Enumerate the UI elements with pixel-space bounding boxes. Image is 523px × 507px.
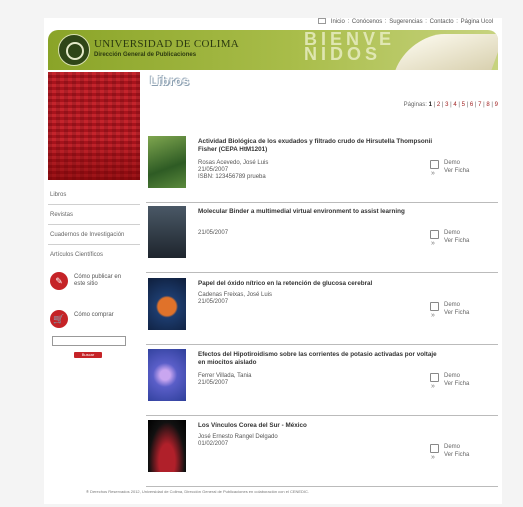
demo-link[interactable]: Demo — [444, 444, 460, 450]
double-chevron-icon: » — [431, 383, 435, 390]
book-title[interactable]: Efectos del Hipotiroidismo sobre las cor… — [198, 351, 438, 367]
sidebar-item-revistas[interactable]: Revistas — [48, 205, 140, 225]
view-record-link[interactable]: Ver Ficha — [444, 238, 469, 244]
footer-copyright: ® Derechos Reservados 2012, Universidad … — [86, 489, 310, 494]
search-box: Buscar — [52, 336, 126, 358]
book-cover-image[interactable] — [148, 420, 186, 472]
book-cover-image[interactable] — [148, 136, 186, 188]
view-record-link[interactable]: Ver Ficha — [444, 168, 469, 174]
page-link-9[interactable]: 9 — [495, 102, 498, 108]
book-date: 21/05/2007 — [198, 380, 229, 386]
book-author: José Ernesto Rangel Delgado — [198, 434, 278, 440]
double-chevron-icon: » — [431, 240, 435, 247]
search-input[interactable] — [52, 336, 126, 346]
double-chevron-icon: » — [431, 170, 435, 177]
open-book-image — [395, 34, 498, 70]
sidebar-banner-image — [48, 72, 140, 180]
sidebar-item-cuadernos[interactable]: Cuadernos de Investigación — [48, 225, 140, 245]
book-title[interactable]: Molecular Binder a multimedial virtual e… — [198, 208, 438, 216]
home-icon[interactable] — [318, 18, 327, 24]
nav-link-contacto[interactable]: Contacto — [430, 19, 454, 25]
how-to-publish-link[interactable]: ✎ Cómo publicar en este sitio — [48, 272, 140, 302]
sidebar: Libros Revistas Cuadernos de Investigaci… — [48, 72, 140, 372]
page: Inicio : Conócenos : Sugerencias : Conta… — [44, 18, 502, 504]
book-title[interactable]: Papel del óxido nítrico en la retención … — [198, 280, 438, 288]
demo-link[interactable]: Demo — [444, 302, 460, 308]
book-author: Ferrer Villada, Tania — [198, 373, 252, 379]
nav-link-pagina-ucol[interactable]: Página Ucol — [461, 19, 493, 25]
page-link-7[interactable]: 7 — [478, 102, 481, 108]
book-date: 21/05/2007 — [198, 230, 229, 236]
sidebar-item-libros[interactable]: Libros — [48, 185, 140, 205]
search-button[interactable]: Buscar — [74, 352, 102, 358]
department-name: Dirección General de Publicaciones — [94, 52, 197, 58]
page-link-6[interactable]: 6 — [470, 102, 473, 108]
document-icon[interactable] — [430, 444, 439, 453]
book-list-item: Los Vínculos Corea del Sur - México José… — [146, 420, 498, 487]
double-chevron-icon: » — [431, 312, 435, 319]
nav-link-inicio[interactable]: Inicio — [331, 19, 345, 25]
book-author: Cadenas Freixas, José Luis — [198, 292, 273, 298]
how-to-buy-label: Cómo comprar — [74, 312, 114, 318]
book-cover-image[interactable] — [148, 206, 186, 258]
nav-link-sugerencias[interactable]: Sugerencias — [389, 19, 422, 25]
page-link-1[interactable]: 1 — [429, 102, 432, 108]
site-header: UNIVERSIDAD DE COLIMA Dirección General … — [48, 30, 498, 70]
document-icon[interactable] — [430, 373, 439, 382]
main-content: Libros Páginas: 1 | 2 | 3 | 4 | 5 | 6 | … — [146, 72, 498, 492]
book-author: Rosas Acevedo, José Luis — [198, 160, 269, 166]
page-link-2[interactable]: 2 — [437, 102, 440, 108]
view-record-link[interactable]: Ver Ficha — [444, 381, 469, 387]
pagination: Páginas: 1 | 2 | 3 | 4 | 5 | 6 | 7 | 8 |… — [403, 102, 498, 108]
nav-link-conocenos[interactable]: Conócenos — [352, 19, 382, 25]
welcome-line-2: NIDOS — [304, 44, 382, 64]
book-date: 21/05/2007 — [198, 299, 229, 305]
book-list-item: Molecular Binder a multimedial virtual e… — [146, 206, 498, 273]
book-title[interactable]: Los Vínculos Corea del Sur - México — [198, 422, 438, 430]
page-link-3[interactable]: 3 — [445, 102, 448, 108]
book-cover-image[interactable] — [148, 349, 186, 401]
book-isbn: ISBN: 123456789 prueba — [198, 174, 266, 180]
page-link-5[interactable]: 5 — [462, 102, 465, 108]
document-icon[interactable] — [430, 230, 439, 239]
book-list-item: Papel del óxido nítrico en la retención … — [146, 278, 498, 345]
book-list-item: Actividad Biológica de los exudados y fi… — [146, 136, 498, 203]
demo-link[interactable]: Demo — [444, 160, 460, 166]
pencil-icon: ✎ — [50, 272, 68, 290]
section-title: Libros — [150, 74, 190, 88]
pagination-label: Páginas: — [403, 102, 427, 108]
double-chevron-icon: » — [431, 454, 435, 461]
page-link-4[interactable]: 4 — [453, 102, 456, 108]
document-icon[interactable] — [430, 160, 439, 169]
view-record-link[interactable]: Ver Ficha — [444, 310, 469, 316]
sidebar-item-articulos[interactable]: Artículos Científicos — [48, 245, 140, 264]
book-date: 01/02/2007 — [198, 441, 229, 447]
book-date: 21/05/2007 — [198, 167, 229, 173]
book-list-item: Efectos del Hipotiroidismo sobre las cor… — [146, 349, 498, 416]
book-title[interactable]: Actividad Biológica de los exudados y fi… — [198, 138, 438, 154]
welcome-banner: BIENVE NIDOS — [304, 30, 395, 64]
view-record-link[interactable]: Ver Ficha — [444, 452, 469, 458]
how-to-publish-label: Cómo publicar en este sitio — [74, 274, 122, 287]
page-link-8[interactable]: 8 — [486, 102, 489, 108]
demo-link[interactable]: Demo — [444, 230, 460, 236]
cart-icon: 🛒 — [50, 310, 68, 328]
demo-link[interactable]: Demo — [444, 373, 460, 379]
university-seal-logo[interactable] — [58, 34, 90, 66]
university-name: UNIVERSIDAD DE COLIMA — [94, 38, 240, 50]
book-cover-image[interactable] — [148, 278, 186, 330]
document-icon[interactable] — [430, 302, 439, 311]
top-nav: Inicio : Conócenos : Sugerencias : Conta… — [318, 18, 494, 25]
